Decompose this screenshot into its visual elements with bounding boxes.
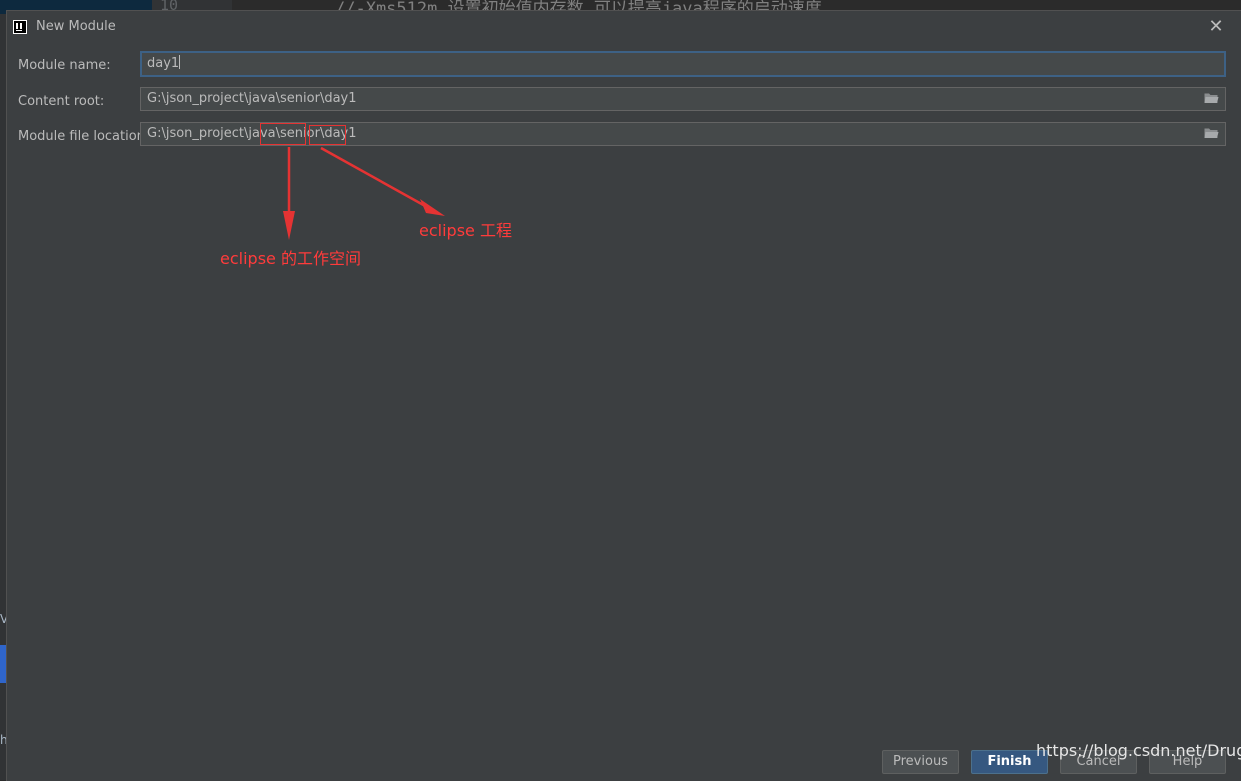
annotation-project-text: eclipse 工程 (419, 221, 512, 240)
annotation-arrowhead-project (420, 199, 445, 216)
folder-browse-icon[interactable] (1204, 92, 1219, 104)
folder-browse-icon[interactable] (1204, 127, 1219, 139)
annotation-workspace-text: eclipse 的工作空间 (220, 249, 361, 268)
close-icon: ✕ (1208, 16, 1224, 37)
annotation-arrows (283, 146, 445, 240)
close-button[interactable]: ✕ (1206, 17, 1226, 37)
annotation-arrow-project (320, 146, 428, 209)
new-module-dialog: New Module ✕ Module name: day1 Content r… (6, 10, 1241, 781)
previous-button[interactable]: Previous (882, 750, 959, 774)
annotation-arrowhead-workspace (283, 211, 295, 240)
watermark-text: https://blog.csdn.net/Drug_ (1036, 741, 1241, 760)
